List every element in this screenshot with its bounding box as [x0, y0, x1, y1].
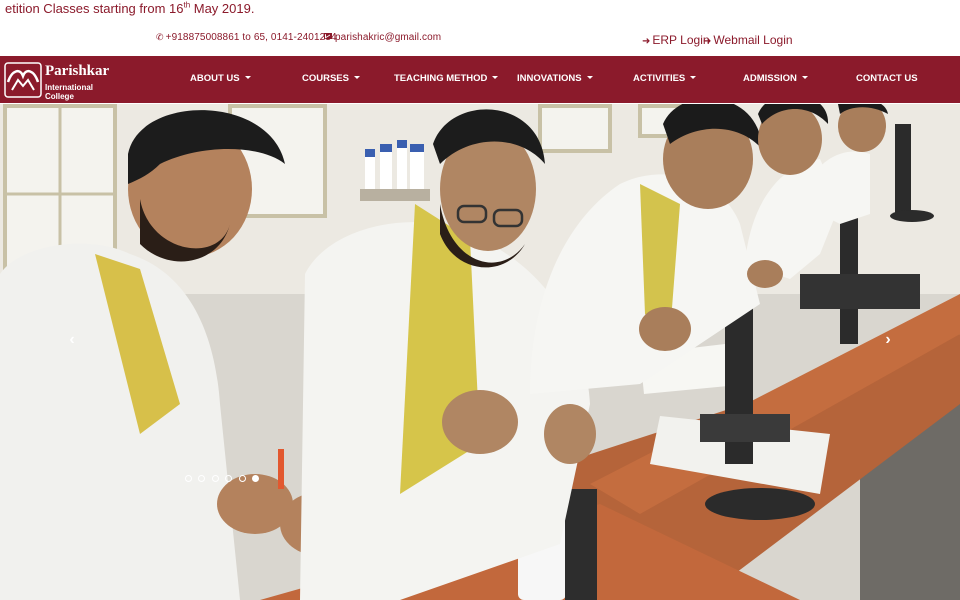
phone-contact[interactable]: ✆ +918875008861 to 65, 0141-2401234 — [156, 32, 337, 43]
caret-down-icon — [586, 76, 593, 79]
caret-down-icon — [690, 76, 697, 79]
caret-down-icon — [353, 76, 360, 79]
announcement-text: etition Classes starting from 16th May 2… — [5, 0, 254, 18]
erp-login-link[interactable]: ➜ ERP Login — [642, 33, 710, 47]
sign-in-icon: ➜ — [703, 36, 712, 47]
slider-dot[interactable] — [211, 475, 219, 482]
envelope-icon — [324, 33, 332, 39]
slider-indicators — [185, 469, 261, 482]
nav-label: ADMISSION — [743, 73, 797, 84]
nav-label: CONTACT US — [856, 73, 918, 84]
brand-name: Parishkar — [45, 63, 110, 79]
erp-login-label: ERP Login — [652, 33, 710, 47]
webmail-login-label: Webmail Login — [713, 33, 793, 47]
phone-icon: ✆ — [156, 32, 164, 42]
brand-tagline: International College — [45, 83, 94, 101]
nav-label: TEACHING METHOD — [394, 73, 488, 84]
nav-label: COURSES — [302, 73, 349, 84]
nav-admission[interactable]: ADMISSION — [743, 73, 808, 84]
nav-contact-us[interactable]: CONTACT US — [856, 73, 918, 84]
nav-label: ACTIVITIES — [633, 73, 686, 84]
slider-prev-button[interactable]: ‹ — [58, 326, 86, 354]
nav-teaching-method[interactable]: TEACHING METHOD — [394, 73, 499, 84]
caret-down-icon — [801, 76, 808, 79]
lab-students-photo — [0, 104, 960, 600]
email-text: parishakric@gmail.com — [335, 32, 442, 43]
chevron-left-icon: ‹ — [69, 331, 75, 348]
college-logo[interactable]: Parishkar International College — [4, 60, 112, 101]
announcement-marquee: etition Classes starting from 16th May 2… — [0, 0, 960, 20]
nav-innovations[interactable]: INNOVATIONS — [517, 73, 593, 84]
slider-dot[interactable] — [238, 475, 246, 482]
phone-text: +918875008861 to 65, 0141-2401234 — [165, 32, 337, 43]
caret-down-icon — [492, 76, 499, 79]
slider-dot[interactable] — [185, 475, 192, 482]
caret-down-icon — [244, 76, 251, 79]
nav-about-us[interactable]: ABOUT US — [190, 73, 251, 84]
nav-label: ABOUT US — [190, 73, 240, 84]
sign-in-icon: ➜ — [642, 36, 651, 47]
webmail-login-link[interactable]: ➜ Webmail Login — [703, 33, 793, 47]
hands-logo-icon — [4, 62, 42, 98]
chevron-right-icon: › — [885, 331, 891, 348]
hero-slider[interactable]: ‹ › — [0, 104, 960, 600]
announcement-suffix: May 2019. — [190, 1, 255, 16]
slider-next-button[interactable]: › — [874, 326, 902, 354]
nav-label: INNOVATIONS — [517, 73, 582, 84]
nav-activities[interactable]: ACTIVITIES — [633, 73, 697, 84]
contact-strip: ✆ +918875008861 to 65, 0141-2401234 paris… — [0, 30, 960, 52]
main-navbar: Parishkar International College ABOUT US… — [0, 56, 960, 103]
announcement-prefix: etition Classes starting from 16 — [5, 1, 184, 16]
nav-courses[interactable]: COURSES — [302, 73, 360, 84]
email-contact[interactable]: parishakric@gmail.com — [324, 32, 441, 43]
